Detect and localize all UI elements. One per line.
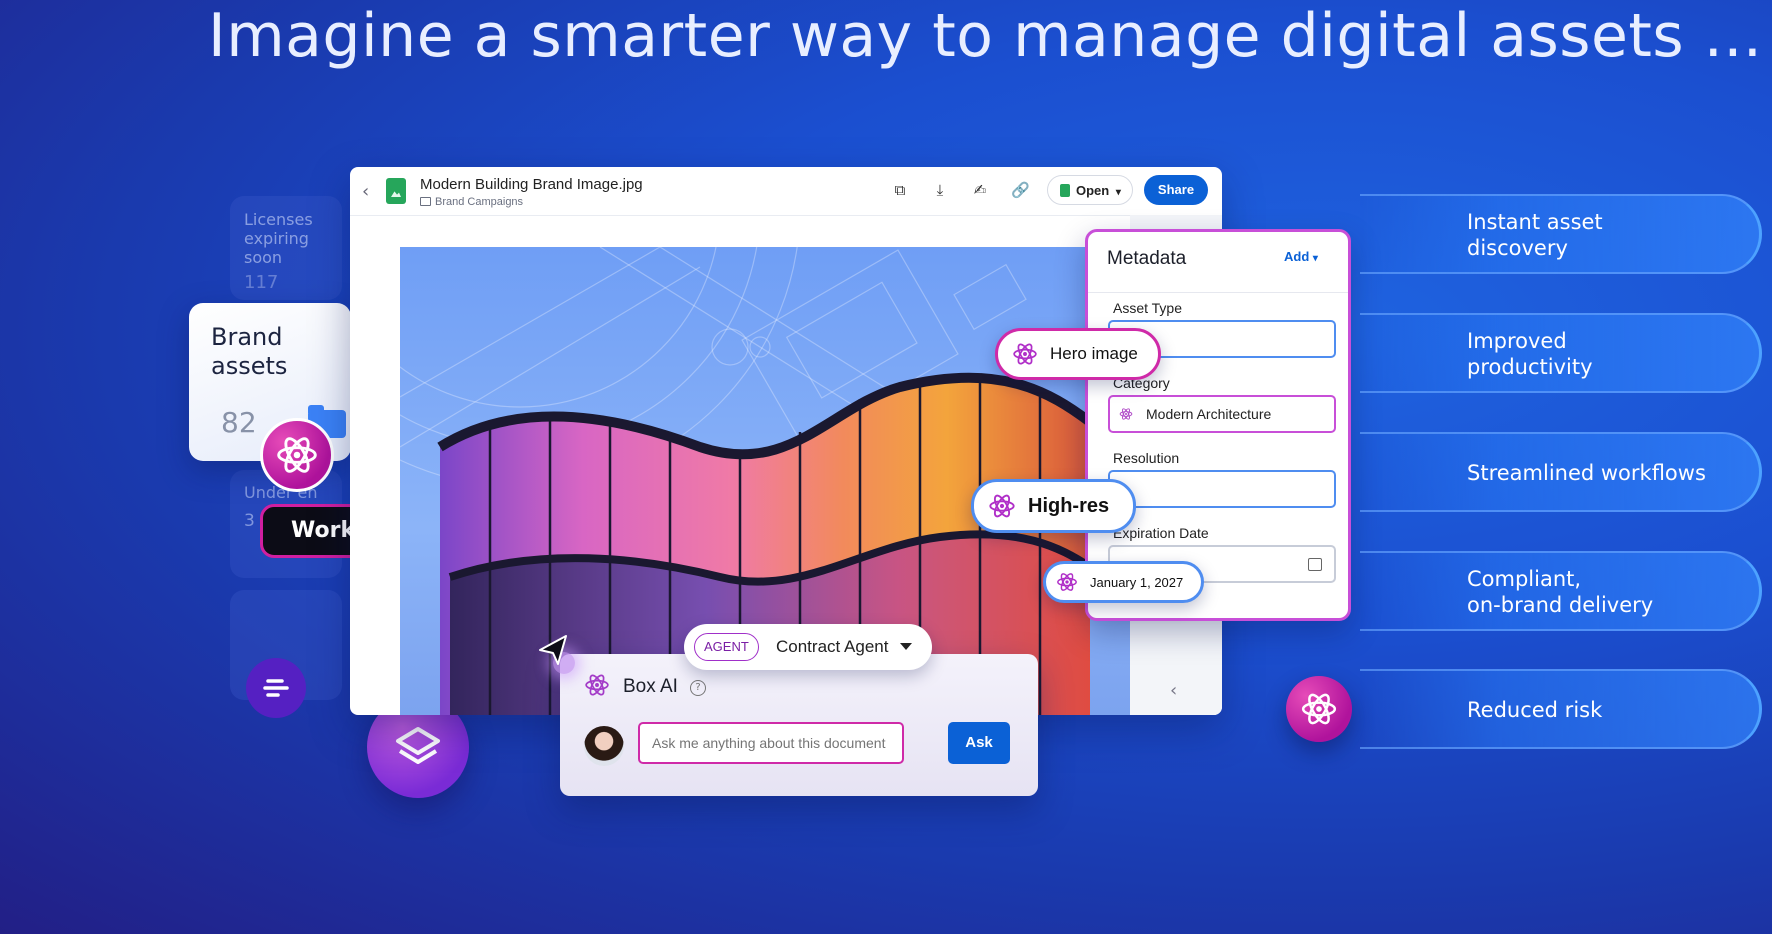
- brand-assets-title: Brand assets: [211, 323, 288, 380]
- expiration-date-label: Expiration Date: [1113, 525, 1209, 541]
- ai-suggestion-label: High-res: [1028, 494, 1110, 517]
- ai-suggestion-hero-image[interactable]: Hero image: [995, 328, 1161, 380]
- sign-icon[interactable]: ✍: [971, 181, 989, 199]
- folder-small-icon: [420, 197, 431, 206]
- agent-badge: AGENT: [694, 633, 759, 661]
- ai-suggestion-date[interactable]: January 1, 2027: [1043, 561, 1205, 603]
- download-icon[interactable]: ⤓: [931, 181, 949, 199]
- breadcrumb-folder[interactable]: Brand Campaigns: [435, 196, 523, 208]
- metadata-add-button[interactable]: Add ▾: [1284, 249, 1318, 264]
- back-chevron-icon[interactable]: ‹: [362, 181, 369, 202]
- benefit-label: Improved productivity: [1467, 329, 1593, 379]
- ai-atom-icon: [1056, 571, 1078, 593]
- benefit-item: Instant asset discovery: [1360, 194, 1762, 274]
- benefit-item: Compliant, on-brand delivery: [1360, 551, 1762, 631]
- resolution-field[interactable]: [1108, 470, 1336, 508]
- licenses-expiring-label: Licenses expiring soon: [244, 210, 313, 267]
- benefit-label: Streamlined workflows: [1467, 461, 1706, 485]
- asset-type-label: Asset Type: [1113, 300, 1183, 316]
- benefit-item: Reduced risk: [1360, 669, 1762, 749]
- chevron-down-icon: [900, 643, 912, 650]
- box-ai-panel: Box AI ? Ask: [560, 654, 1038, 796]
- calendar-icon[interactable]: [1308, 558, 1322, 571]
- copy-icon[interactable]: ⧉: [891, 181, 909, 199]
- cursor-arrow-icon: [539, 635, 567, 665]
- category-field[interactable]: Modern Architecture: [1108, 395, 1336, 433]
- open-app-icon: [1060, 184, 1070, 197]
- benefit-item: Improved productivity: [1360, 313, 1762, 393]
- preview-header: ‹ Modern Building Brand Image.jpg Brand …: [350, 167, 1222, 216]
- benefit-label: Compliant, on-brand delivery: [1467, 567, 1654, 617]
- ai-atom-icon: [1286, 676, 1352, 742]
- ask-button[interactable]: Ask: [948, 722, 1010, 764]
- category-value: Modern Architecture: [1146, 406, 1272, 422]
- open-button[interactable]: Open ▾: [1047, 175, 1133, 205]
- ai-atom-icon: [260, 418, 334, 492]
- agent-selector[interactable]: AGENT Contract Agent: [684, 624, 932, 670]
- ai-atom-icon: [1119, 407, 1133, 421]
- open-button-label: Open: [1076, 183, 1110, 198]
- divider: [1088, 292, 1348, 293]
- brand-assets-count: 82: [221, 406, 257, 439]
- benefit-label: Reduced risk: [1467, 698, 1603, 722]
- ai-suggestion-label: Hero image: [1050, 344, 1138, 363]
- box-ai-icon: [584, 672, 610, 698]
- link-icon[interactable]: 🔗: [1011, 181, 1030, 199]
- licenses-expiring-count: 117: [244, 272, 279, 293]
- metadata-title: Metadata: [1107, 248, 1187, 269]
- ai-atom-icon: [988, 492, 1016, 520]
- chevron-left-icon[interactable]: ‹: [1170, 680, 1177, 701]
- box-ai-title: Box AI: [623, 676, 678, 697]
- chevron-down-icon: ▾: [1115, 187, 1121, 198]
- ai-atom-icon: [1012, 341, 1038, 367]
- resolution-label: Resolution: [1113, 450, 1180, 466]
- image-file-icon: [386, 178, 406, 204]
- chevron-down-icon: ▾: [1312, 253, 1318, 264]
- avatar: [584, 726, 624, 766]
- benefit-label: Instant asset discovery: [1467, 210, 1603, 260]
- benefit-item: Streamlined workflows: [1360, 432, 1762, 512]
- share-button[interactable]: Share: [1144, 175, 1208, 205]
- metadata-add-label: Add: [1284, 249, 1310, 264]
- breadcrumb[interactable]: Brand Campaigns: [420, 196, 523, 208]
- box-ai-question-input[interactable]: [638, 722, 904, 764]
- menu-icon[interactable]: [246, 658, 306, 718]
- licenses-expiring-card: Licenses expiring soon 117: [230, 196, 342, 300]
- ai-suggestion-high-res[interactable]: High-res: [971, 479, 1137, 533]
- page-headline: Imagine a smarter way to manage digital …: [208, 1, 1763, 71]
- agent-name: Contract Agent: [776, 637, 889, 656]
- ai-suggestion-label: January 1, 2027: [1090, 574, 1184, 590]
- file-name: Modern Building Brand Image.jpg: [420, 176, 643, 193]
- help-icon[interactable]: ?: [690, 680, 706, 696]
